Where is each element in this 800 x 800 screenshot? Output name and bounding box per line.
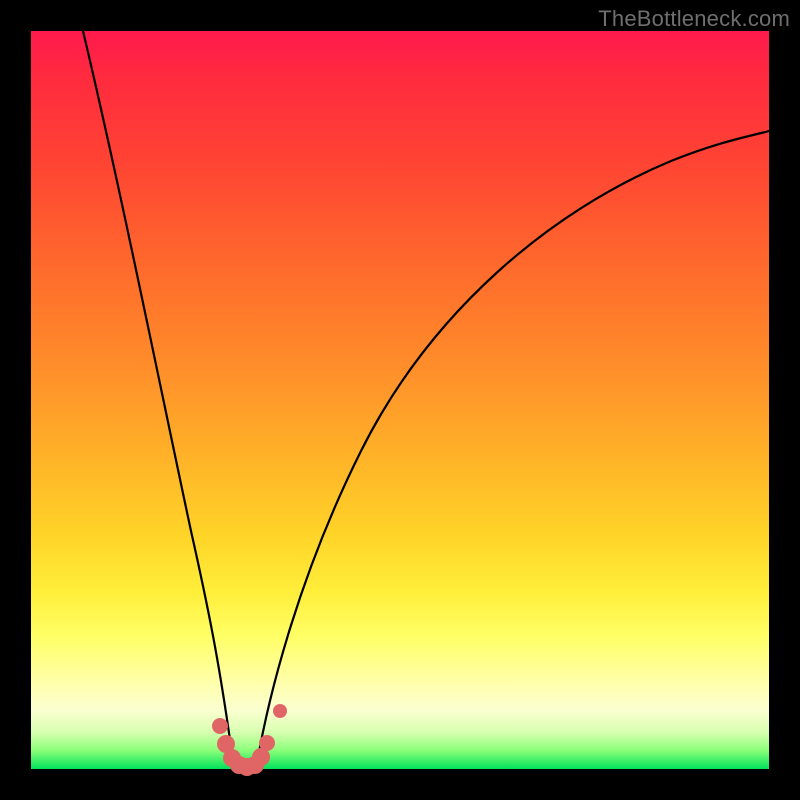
chart-svg — [31, 31, 769, 769]
marker-dot — [259, 735, 275, 751]
curve-right-branch — [256, 131, 769, 769]
watermark-text: TheBottleneck.com — [598, 6, 790, 32]
chart-frame: TheBottleneck.com — [0, 0, 800, 800]
marker-dot — [273, 704, 287, 718]
optimal-markers — [212, 704, 287, 776]
curve-left-branch — [83, 31, 234, 769]
marker-dot — [212, 718, 228, 734]
